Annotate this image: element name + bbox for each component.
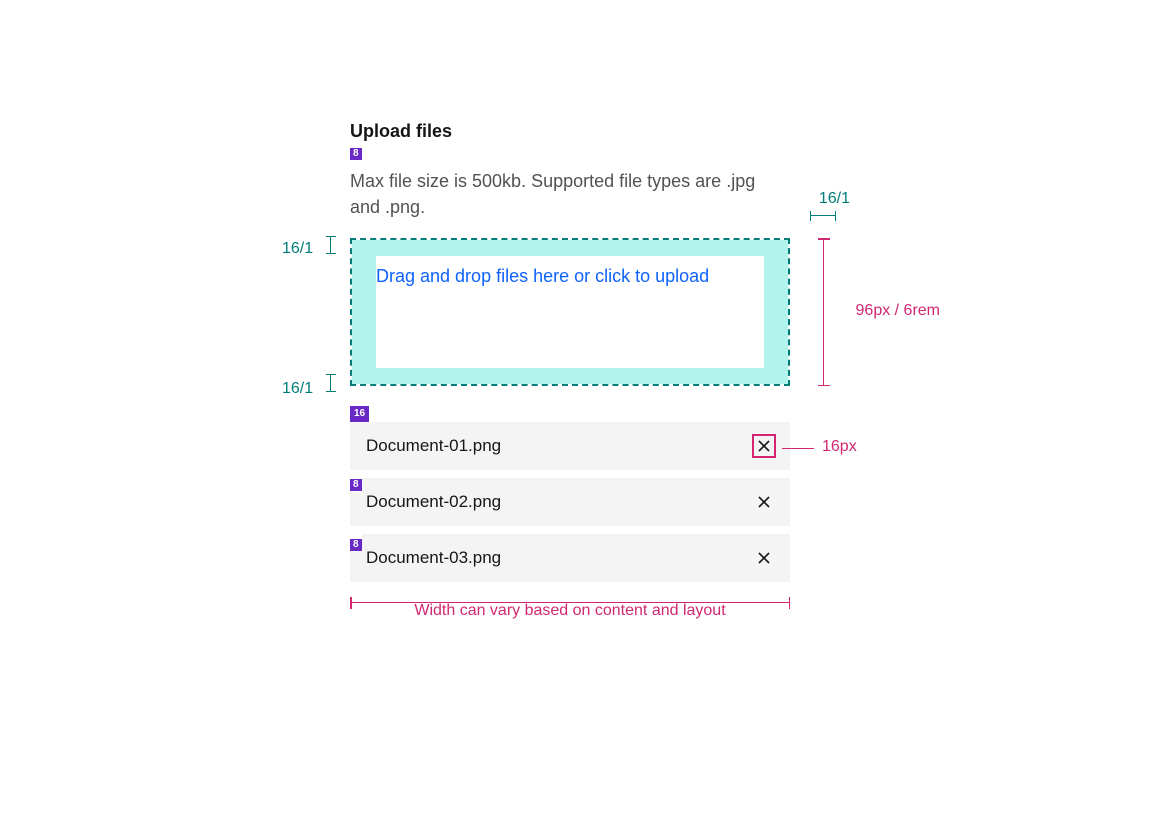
spacing-chip-8: 8 [350,539,362,551]
file-name: Document-03.png [366,548,501,568]
bracket-left-top [330,236,331,254]
spacing-chip-8: 8 [350,479,362,491]
upload-title: Upload files [350,120,790,143]
padding-label-left-bottom: 16/1 [282,380,313,398]
remove-file-button[interactable] [754,492,774,512]
close-icon [756,494,772,510]
width-note: Width can vary based on content and layo… [350,602,790,620]
padding-label-left-top: 16/1 [282,240,313,258]
width-bracket [350,602,790,603]
file-row: Document-03.png [350,534,790,582]
close-icon [756,550,772,566]
padding-label-top-right: 16/1 [819,190,850,208]
remove-file-button[interactable] [754,548,774,568]
close-icon-leader [782,448,814,449]
dropzone-label: Drag and drop files here or click to upl… [376,264,764,289]
bracket-top-right [810,215,836,216]
file-name: Document-02.png [366,492,501,512]
upload-spec-diagram: Upload files 8 Max file size is 500kb. S… [350,120,790,620]
bracket-left-bottom [330,374,331,392]
padding-band-left [352,240,376,384]
remove-file-button[interactable] [754,436,774,456]
spacing-chip-8: 8 [350,148,362,160]
file-row: Document-01.png [350,422,790,470]
file-row: Document-02.png [350,478,790,526]
uploaded-files-list: Document-01.png 8 Document-02.png 8 Docu… [350,422,790,582]
padding-band-bottom [352,368,788,384]
height-bracket [823,238,824,386]
close-icon [756,438,772,454]
spacing-chip-16-bottom: 16 [350,406,369,422]
dropzone[interactable]: Drag and drop files here or click to upl… [350,238,790,386]
file-name: Document-01.png [366,436,501,456]
height-label: 96px / 6rem [856,302,940,320]
upload-description: Max file size is 500kb. Supported file t… [350,169,790,219]
padding-band-top [352,240,788,256]
padding-band-right [764,240,788,384]
close-icon-size-label: 16px [822,438,857,456]
